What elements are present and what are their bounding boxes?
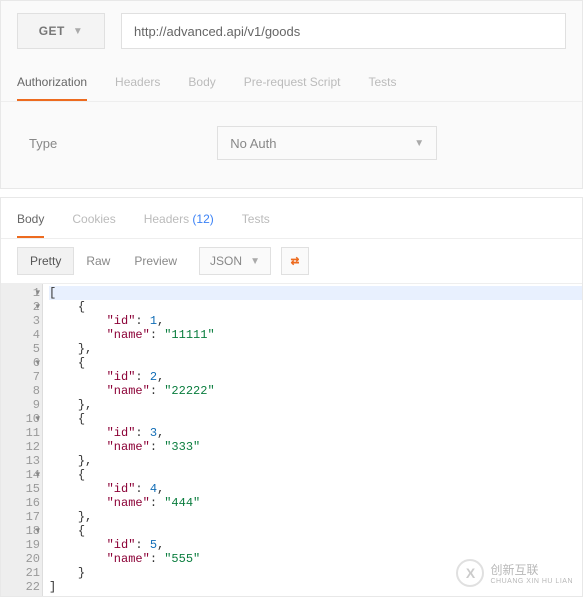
auth-type-label: Type <box>29 136 57 151</box>
viewer-toolbar: PrettyRawPreview JSON ▼ ⇄ <box>1 239 582 283</box>
pretty-mode-button[interactable]: Pretty <box>17 247 74 275</box>
response-panel: Body Cookies Headers (12) Tests PrettyRaw… <box>0 197 583 597</box>
fold-icon[interactable]: ▾ <box>35 468 40 482</box>
fold-icon[interactable]: ▾ <box>35 356 40 370</box>
tab-headers[interactable]: Headers <box>115 69 160 101</box>
tab-body[interactable]: Body <box>17 206 44 238</box>
format-label: JSON <box>210 254 242 268</box>
http-method-label: GET <box>39 24 65 38</box>
chevron-down-icon: ▼ <box>250 256 260 267</box>
response-body-editor[interactable]: 1▾2▾3456▾78910▾11121314▾15161718▾1920212… <box>1 283 582 596</box>
raw-mode-button[interactable]: Raw <box>74 248 122 274</box>
tab-cookies[interactable]: Cookies <box>72 206 115 238</box>
auth-type-value: No Auth <box>230 136 276 151</box>
watermark-text-cn: 创新互联 <box>490 561 573 578</box>
wrap-lines-icon[interactable]: ⇄ <box>281 247 309 275</box>
format-select[interactable]: JSON ▼ <box>199 247 271 275</box>
tab-pre-request-script[interactable]: Pre-request Script <box>244 69 341 101</box>
request-tabs: Authorization Headers Body Pre-request Scri… <box>1 61 582 102</box>
request-panel: GET ▼ Authorization Headers Body Pre-reques… <box>0 0 583 189</box>
line-gutter: 1▾2▾3456▾78910▾11121314▾15161718▾1920212… <box>1 284 43 596</box>
fold-icon[interactable]: ▾ <box>35 524 40 538</box>
chevron-down-icon: ▼ <box>73 26 83 37</box>
tab-body[interactable]: Body <box>188 69 215 101</box>
preview-mode-button[interactable]: Preview <box>122 248 189 274</box>
response-tabs: Body Cookies Headers (12) Tests <box>1 198 582 239</box>
chevron-down-icon: ▼ <box>414 138 424 149</box>
auth-section: Type No Auth ▼ <box>1 102 582 188</box>
tab-authorization[interactable]: Authorization <box>17 69 87 101</box>
fold-icon[interactable]: ▾ <box>35 286 40 300</box>
watermark-text-en: CHUANG XIN HU LIAN <box>490 578 573 585</box>
header-count-badge: (12) <box>192 212 213 226</box>
tab-tests[interactable]: Tests <box>242 206 270 238</box>
tab-headers[interactable]: Headers (12) <box>144 206 214 238</box>
url-input[interactable] <box>121 13 566 49</box>
http-method-select[interactable]: GET ▼ <box>17 13 105 49</box>
tab-tests[interactable]: Tests <box>368 69 396 101</box>
auth-type-select[interactable]: No Auth ▼ <box>217 126 437 160</box>
fold-icon[interactable]: ▾ <box>35 300 40 314</box>
fold-icon[interactable]: ▾ <box>35 412 40 426</box>
watermark-logo-icon: X <box>456 559 484 587</box>
watermark: X 创新互联 CHUANG XIN HU LIAN <box>456 559 573 587</box>
code-content: [ { "id": 1, "name": "11111" }, { "id": … <box>43 284 582 596</box>
